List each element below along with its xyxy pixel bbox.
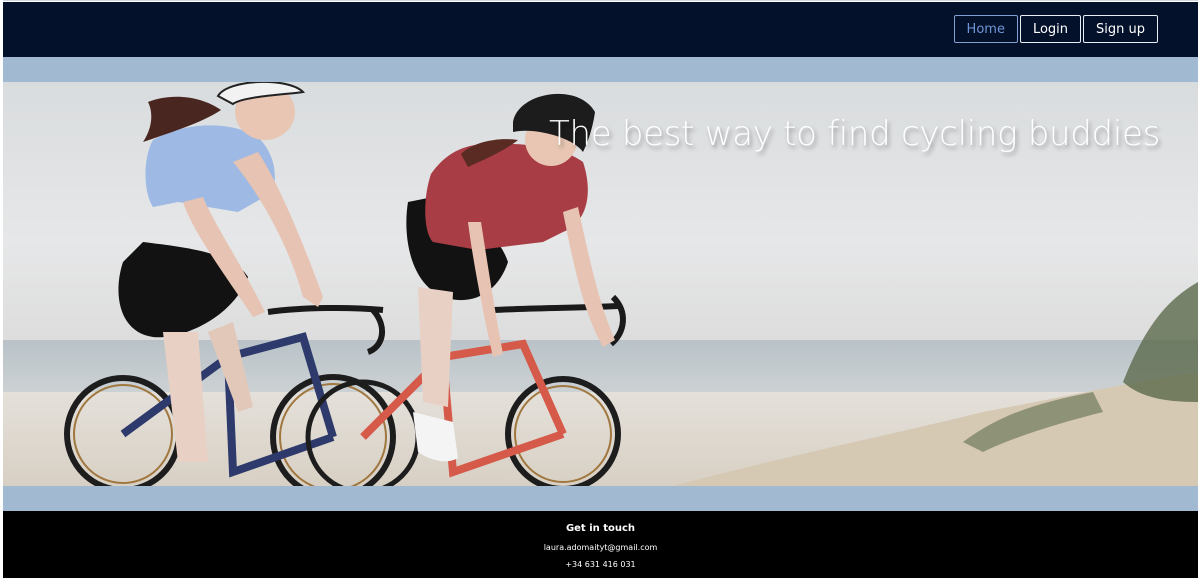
footer-title: Get in touch xyxy=(565,523,636,534)
footer: Get in touch laura.adomaityt@gmail.com +… xyxy=(3,511,1198,578)
nav-login-button[interactable]: Login xyxy=(1019,15,1082,43)
hero-banner: The best way to find cycling buddies xyxy=(3,82,1198,486)
nav-home-button[interactable]: Home xyxy=(953,15,1018,43)
navbar: Home Login Sign up xyxy=(3,2,1198,57)
hero-title: The best way to find cycling buddies xyxy=(549,114,1160,154)
page: Home Login Sign up The best way to find … xyxy=(3,0,1198,578)
nav-signup-button[interactable]: Sign up xyxy=(1083,15,1158,43)
bottom-divider-band xyxy=(3,486,1198,511)
nav-menu: Home Login Sign up xyxy=(953,15,1158,43)
top-divider-band xyxy=(3,57,1198,82)
footer-phone: +34 631 416 031 xyxy=(565,560,636,569)
footer-email[interactable]: laura.adomaityt@gmail.com xyxy=(3,543,1198,552)
